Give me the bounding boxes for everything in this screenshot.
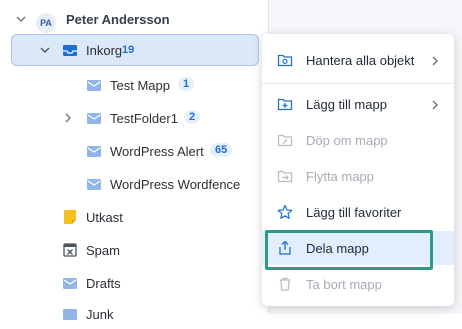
folder-item-inkorg[interactable]: Inkorg 19 bbox=[0, 35, 262, 65]
avatar: PA bbox=[36, 13, 56, 33]
folder-mail-icon bbox=[86, 77, 102, 96]
inbox-icon bbox=[62, 42, 78, 61]
menu-item-add-to-favorites[interactable]: Lägg till favoriter bbox=[262, 195, 454, 229]
add-folder-icon bbox=[277, 96, 293, 112]
folder-label: WordPress Alert bbox=[110, 144, 204, 159]
menu-divider bbox=[262, 83, 454, 84]
folder-mail-icon bbox=[86, 110, 102, 129]
account-name: Peter Andersson bbox=[66, 12, 170, 27]
account-row[interactable]: PA Peter Andersson bbox=[0, 4, 262, 34]
menu-item-delete-folder[interactable]: Ta bort mapp bbox=[262, 267, 454, 301]
menu-item-move-folder[interactable]: Flytta mapp bbox=[262, 159, 454, 193]
folder-item-drafts[interactable]: Drafts bbox=[0, 268, 262, 298]
folder-label: TestFolder1 bbox=[110, 111, 178, 126]
chevron-right-icon bbox=[430, 54, 440, 69]
folder-label: Drafts bbox=[86, 276, 121, 291]
folder-item-utkast[interactable]: Utkast bbox=[0, 202, 262, 232]
menu-item-manage-all[interactable]: Hantera alla objekt bbox=[262, 43, 454, 77]
highlight-annotation-box bbox=[265, 230, 433, 270]
move-folder-icon bbox=[277, 168, 293, 184]
folder-mail-icon bbox=[62, 306, 78, 325]
folder-item-wordpress-wordfence[interactable]: WordPress Wordfence bbox=[0, 169, 262, 199]
spam-icon bbox=[62, 242, 78, 261]
folder-item-wordpress-alert[interactable]: WordPress Alert 65 bbox=[0, 136, 262, 166]
unread-count-badge: 19 bbox=[122, 44, 135, 56]
folder-label: Utkast bbox=[86, 210, 123, 225]
menu-item-add-folder[interactable]: Lägg till mapp bbox=[262, 87, 454, 121]
manage-folder-icon bbox=[277, 52, 293, 68]
folder-label: Test Mapp bbox=[110, 78, 170, 93]
folder-mail-icon bbox=[62, 275, 78, 294]
folder-label: Inkorg bbox=[86, 43, 123, 58]
folder-label: Spam bbox=[86, 243, 120, 258]
chevron-right-icon[interactable] bbox=[63, 113, 73, 123]
chevron-down-icon[interactable] bbox=[40, 45, 50, 55]
folder-item-junk[interactable]: Junk bbox=[0, 299, 262, 329]
folder-mail-icon bbox=[86, 176, 102, 195]
folder-label: WordPress Wordfence bbox=[110, 177, 241, 192]
menu-item-rename-folder[interactable]: Döp om mapp bbox=[262, 123, 454, 157]
drafts-note-icon bbox=[62, 209, 78, 228]
unread-count-badge: 65 bbox=[210, 143, 233, 157]
folder-mail-icon bbox=[86, 143, 102, 162]
folder-item-spam[interactable]: Spam bbox=[0, 235, 262, 265]
chevron-right-icon bbox=[430, 98, 440, 113]
folder-item-testfolder1[interactable]: TestFolder1 2 bbox=[0, 103, 262, 133]
star-icon bbox=[277, 204, 293, 220]
folder-item-test-mapp[interactable]: Test Mapp 1 bbox=[0, 70, 262, 100]
folder-label: Junk bbox=[86, 307, 114, 322]
unread-count-badge: 1 bbox=[178, 77, 195, 91]
rename-folder-icon bbox=[277, 132, 293, 148]
unread-count-badge: 2 bbox=[184, 110, 201, 124]
chevron-down-icon[interactable] bbox=[16, 14, 26, 24]
trash-icon bbox=[277, 276, 293, 292]
